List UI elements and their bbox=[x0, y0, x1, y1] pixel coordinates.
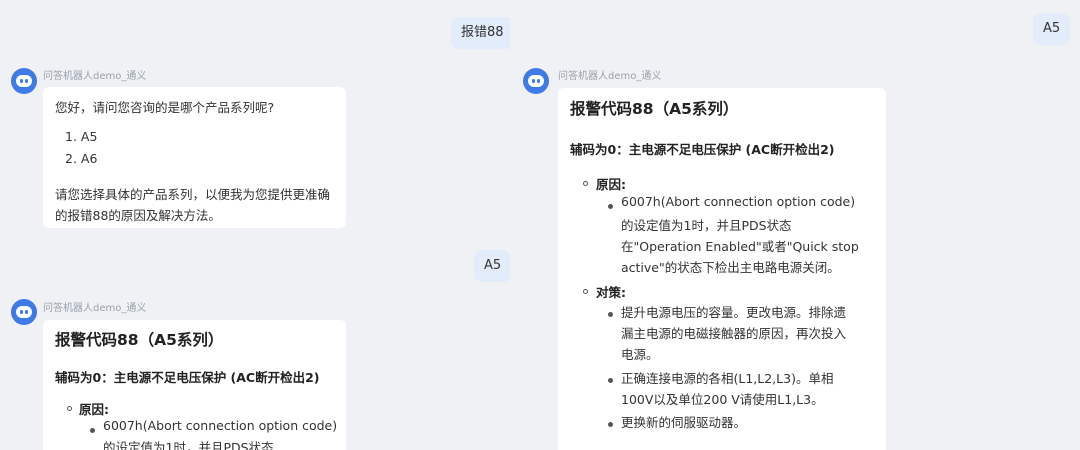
bullet-icon bbox=[583, 289, 588, 294]
bot-name: 问答机器人demo_通义 bbox=[43, 303, 147, 314]
answer-intro: 您好，请问您咨询的是哪个产品系列呢? bbox=[55, 100, 275, 115]
measure-line: 正确连接电源的各相(L1,L2,L3)。单相 bbox=[621, 371, 834, 386]
user-message-bubble: 报错88 bbox=[451, 17, 510, 49]
user-message-bubble: A5 bbox=[1033, 13, 1071, 45]
cause-line: 6007h(Abort connection option code) bbox=[103, 418, 338, 433]
cause-line: 6007h(Abort connection option code) bbox=[621, 194, 856, 209]
bullet-icon bbox=[608, 204, 613, 209]
bullet-icon bbox=[608, 312, 613, 317]
cause-line: 在"Operation Enabled"或者"Quick stop bbox=[621, 239, 859, 254]
bot-avatar-icon bbox=[523, 68, 549, 94]
cause-line: 的设定值为1时，并且PDS状态 bbox=[103, 440, 274, 450]
bot-name: 问答机器人demo_通义 bbox=[43, 71, 147, 82]
measure-line: 100V以及单位200 V请使用L1,L3。 bbox=[621, 392, 824, 407]
answer-outro: 的报错88的原因及解决方法。 bbox=[55, 208, 221, 223]
answer-outro: 请您选择具体的产品系列，以便我为您提供更准确 bbox=[55, 187, 331, 202]
measure-line: 更换新的伺服驱动器。 bbox=[621, 415, 747, 430]
measure-label: 对策: bbox=[596, 285, 627, 300]
user-message-text: 报错88 bbox=[461, 25, 504, 40]
bot-name: 问答机器人demo_通义 bbox=[558, 71, 662, 82]
bot-answer-card: 您好，请问您咨询的是哪个产品系列呢? 1. A5 2. A6 请您选择具体的产品… bbox=[43, 87, 346, 228]
bot-answer-card: 报警代码88（A5系列） 辅码为0：主电源不足电压保护 (AC断开检出2) 原因… bbox=[43, 320, 346, 450]
bot-avatar-icon bbox=[11, 299, 37, 325]
bot-answer-card: 报警代码88（A5系列） 辅码为0：主电源不足电压保护 (AC断开检出2) 原因… bbox=[558, 88, 886, 450]
bullet-icon bbox=[608, 378, 613, 383]
measure-line: 漏主电源的电磁接触器的原因，再次投入 bbox=[621, 326, 847, 341]
right-chat-panel: A5 问答机器人demo_通义 报警代码88（A5系列） 辅码为0：主电源不足电… bbox=[510, 0, 1080, 450]
measure-line: 电源。 bbox=[621, 347, 659, 362]
user-message-bubble: A5 bbox=[474, 250, 510, 282]
bullet-icon bbox=[90, 428, 95, 433]
bot-avatar-icon bbox=[11, 68, 37, 94]
user-message-text: A5 bbox=[1043, 21, 1061, 36]
cause-line: active"的状态下检出主电路电源关闭。 bbox=[621, 260, 840, 275]
cause-label: 原因: bbox=[596, 177, 627, 192]
answer-subtitle: 辅码为0：主电源不足电压保护 (AC断开检出2) bbox=[55, 370, 320, 385]
cause-line: 的设定值为1时，并且PDS状态 bbox=[621, 218, 792, 233]
bullet-icon bbox=[583, 181, 588, 186]
answer-subtitle: 辅码为0：主电源不足电压保护 (AC断开检出2) bbox=[570, 142, 835, 157]
cause-label: 原因: bbox=[79, 402, 110, 417]
user-message-text: A5 bbox=[484, 258, 502, 273]
bullet-icon bbox=[608, 422, 613, 427]
answer-title: 报警代码88（A5系列） bbox=[55, 331, 224, 349]
option-item[interactable]: 2. A6 bbox=[65, 151, 97, 166]
option-item[interactable]: 1. A5 bbox=[65, 129, 97, 144]
left-chat-panel: 报错88 问答机器人demo_通义 您好，请问您咨询的是哪个产品系列呢? 1. … bbox=[0, 0, 510, 450]
bullet-icon bbox=[67, 406, 72, 411]
answer-title: 报警代码88（A5系列） bbox=[570, 100, 739, 118]
measure-line: 提升电源电压的容量。更改电源。排除遗 bbox=[621, 305, 847, 320]
